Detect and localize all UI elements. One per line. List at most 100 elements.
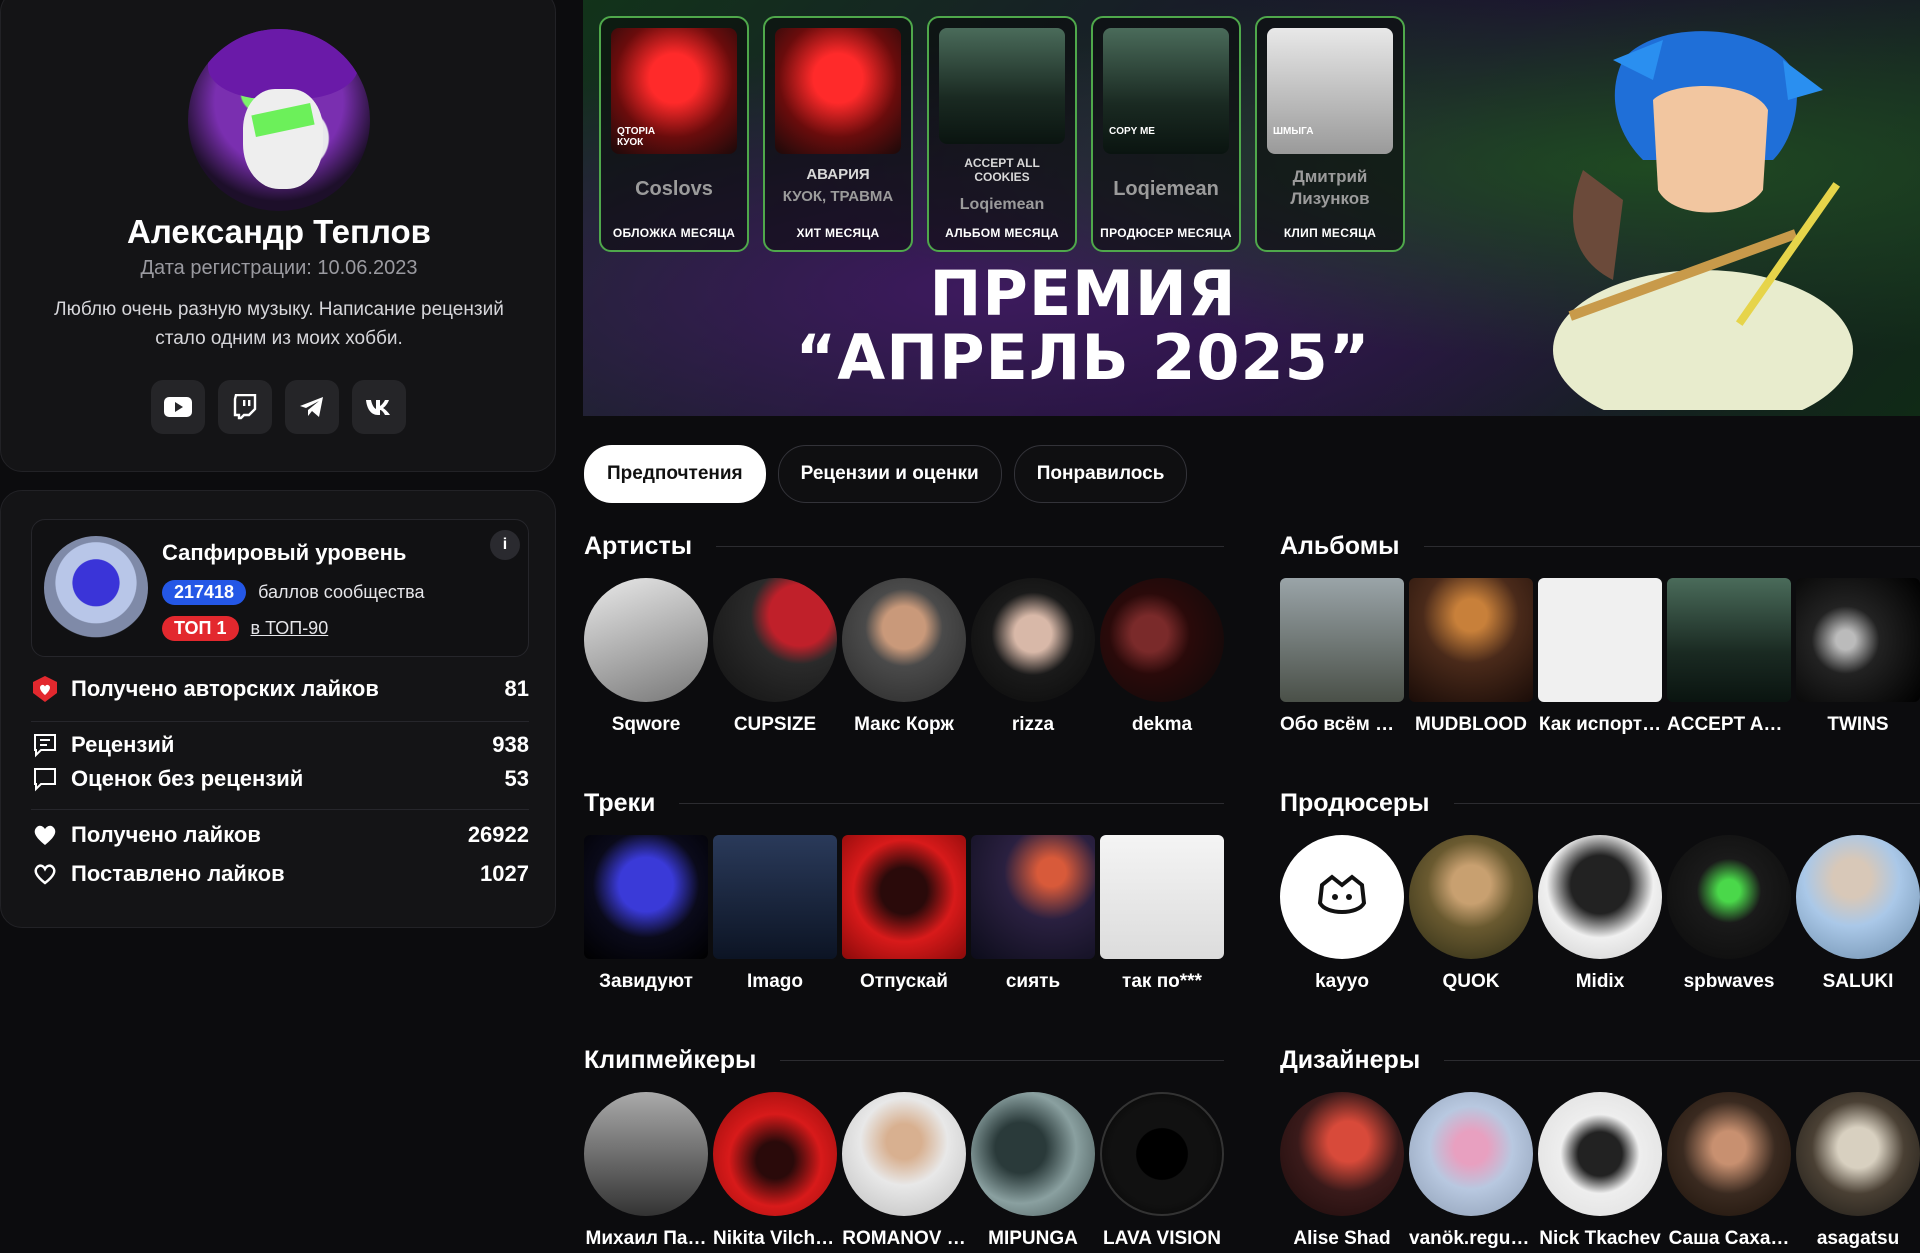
item-label: Саша Саха… bbox=[1668, 1228, 1790, 1249]
telegram-button[interactable] bbox=[285, 380, 339, 434]
award-card-producer[interactable]: Loqiemean ПРОДЮСЕР МЕСЯЦА COPY ME bbox=[1091, 16, 1241, 252]
telegram-icon bbox=[300, 397, 323, 417]
award-thumb-caption: QTOPIA КУОК bbox=[617, 126, 656, 148]
tab-liked[interactable]: Понравилось bbox=[1013, 445, 1188, 503]
album-item[interactable]: Обо всём и… bbox=[1280, 578, 1404, 736]
points-label: баллов сообщества bbox=[258, 582, 425, 602]
award-thumb-caption: ШМЫГА bbox=[1273, 126, 1314, 137]
item-label: Отпускай bbox=[860, 971, 948, 992]
artist-item[interactable]: Sqwore bbox=[584, 578, 708, 736]
likes-received-value: 26922 bbox=[467, 822, 529, 847]
banner-title-line2: “АПРЕЛЬ 2025” bbox=[795, 321, 1371, 394]
award-card-album[interactable]: ACCEPT ALL COOKIES Loqiemean АЛЬБОМ МЕСЯ… bbox=[927, 16, 1077, 252]
clipmaker-item[interactable]: LAVA VISION bbox=[1100, 1092, 1224, 1250]
item-label: TWINS bbox=[1827, 714, 1889, 735]
stats-card: Сапфировый уровень i 217418 баллов сообщ… bbox=[0, 490, 556, 928]
divider bbox=[31, 809, 529, 810]
album-item[interactable]: MUDBLOOD bbox=[1409, 578, 1533, 736]
banner-title-line1: ПРЕМИЯ bbox=[929, 257, 1237, 330]
award-card-hit[interactable]: АВАРИЯ КУОК, ТРАВМА ХИТ МЕСЯЦА bbox=[763, 16, 913, 252]
award-card-cover[interactable]: Coslovs ОБЛОЖКА МЕСЯЦА QTOPIA КУОК bbox=[599, 16, 749, 252]
award-cards: Coslovs ОБЛОЖКА МЕСЯЦА QTOPIA КУОК АВАРИ… bbox=[599, 16, 1405, 252]
info-button[interactable]: i bbox=[490, 530, 520, 560]
item-label: spbwaves bbox=[1683, 971, 1775, 992]
item-label: Макс Корж bbox=[854, 714, 954, 735]
producer-item[interactable]: SALUKI bbox=[1796, 835, 1920, 993]
item-label: Midix bbox=[1575, 971, 1625, 992]
item-label: SALUKI bbox=[1822, 971, 1894, 992]
artist-item[interactable]: Макс Корж bbox=[842, 578, 966, 736]
item-label: MUDBLOOD bbox=[1415, 714, 1527, 735]
banner-title: ПРЕМИЯ “АПРЕЛЬ 2025” bbox=[723, 262, 1443, 390]
clipmaker-item[interactable]: Михаил Па… bbox=[584, 1092, 708, 1250]
kayyo-logo-icon bbox=[1317, 874, 1367, 914]
producer-item[interactable]: Midix bbox=[1538, 835, 1662, 993]
vk-icon bbox=[366, 400, 390, 415]
album-item[interactable]: Как испорт… bbox=[1538, 578, 1662, 736]
vk-button[interactable] bbox=[352, 380, 406, 434]
artist-item[interactable]: CUPSIZE bbox=[713, 578, 837, 736]
tab-preferences[interactable]: Предпочтения bbox=[584, 445, 766, 503]
item-label: Imago bbox=[747, 971, 803, 992]
section-title: Продюсеры bbox=[1280, 789, 1430, 817]
item-label: QUOK bbox=[1442, 971, 1500, 992]
clipmaker-item[interactable]: Nikita Vilchi… bbox=[713, 1092, 837, 1250]
designer-item[interactable]: Alise Shad bbox=[1280, 1092, 1404, 1250]
item-label: Обо всём и… bbox=[1280, 714, 1404, 735]
album-item[interactable]: ACCEPT AL… bbox=[1667, 578, 1791, 736]
album-item[interactable]: TWINS bbox=[1796, 578, 1920, 736]
award-name: Loqiemean bbox=[1113, 178, 1219, 200]
top-rank-link[interactable]: в ТОП-90 bbox=[251, 618, 329, 639]
youtube-icon bbox=[164, 397, 192, 417]
item-label: Sqwore bbox=[611, 714, 681, 735]
award-thumb bbox=[939, 28, 1065, 144]
producer-item[interactable]: kayyo bbox=[1280, 835, 1404, 993]
clipmaker-item[interactable]: MIPUNGA bbox=[971, 1092, 1095, 1250]
youtube-button[interactable] bbox=[151, 380, 205, 434]
item-label: asagatsu bbox=[1816, 1228, 1900, 1249]
ratings-label: Оценок без рецензий bbox=[71, 766, 304, 791]
twitch-button[interactable] bbox=[218, 380, 272, 434]
item-label: Михаил Па… bbox=[585, 1228, 707, 1249]
item-label: kayyo bbox=[1315, 971, 1369, 992]
points-badge: 217418 bbox=[162, 580, 247, 605]
producer-item[interactable]: QUOK bbox=[1409, 835, 1533, 993]
likes-given-label: Поставлено лайков bbox=[71, 861, 285, 886]
award-card-clip[interactable]: Дмитрий Лизунков КЛИП МЕСЯЦА ШМЫГА bbox=[1255, 16, 1405, 252]
designer-item[interactable]: asagatsu bbox=[1796, 1092, 1920, 1250]
artist-item[interactable]: rizza bbox=[971, 578, 1095, 736]
profile-avatar[interactable] bbox=[188, 29, 370, 211]
track-item[interactable]: Отпускай bbox=[842, 835, 966, 993]
points-row: 217418 баллов сообщества bbox=[162, 580, 425, 605]
sapphire-badge-icon bbox=[44, 536, 148, 640]
user-name: Александр Теплов bbox=[127, 213, 431, 250]
clipmaker-item[interactable]: ROMANOV … bbox=[842, 1092, 966, 1250]
stat-author-likes: Получено авторских лайков 81 bbox=[31, 675, 529, 703]
artist-item[interactable]: dekma bbox=[1100, 578, 1224, 736]
award-name: Loqiemean bbox=[959, 196, 1045, 213]
track-item[interactable]: Завидуют bbox=[584, 835, 708, 993]
designer-item[interactable]: Саша Саха… bbox=[1667, 1092, 1791, 1250]
review-icon bbox=[31, 731, 59, 759]
top-row: ТОП 1 в ТОП-90 bbox=[162, 616, 328, 641]
track-item[interactable]: сиять bbox=[971, 835, 1095, 993]
designer-item[interactable]: vanök.regular bbox=[1409, 1092, 1533, 1250]
item-label: Alise Shad bbox=[1293, 1228, 1391, 1249]
tab-reviews[interactable]: Рецензии и оценки bbox=[777, 445, 1002, 503]
profile-card: Александр Теплов Дата регистрации: 10.06… bbox=[0, 0, 556, 472]
item-label: сиять bbox=[1005, 971, 1061, 992]
producer-item[interactable]: spbwaves bbox=[1667, 835, 1791, 993]
item-label: dekma bbox=[1131, 714, 1193, 735]
track-item[interactable]: Imago bbox=[713, 835, 837, 993]
item-label: CUPSIZE bbox=[733, 714, 817, 735]
track-item[interactable]: так по*** bbox=[1100, 835, 1224, 993]
author-likes-label: Получено авторских лайков bbox=[71, 676, 379, 701]
item-label: Как испорт… bbox=[1538, 714, 1662, 735]
award-banner[interactable]: Coslovs ОБЛОЖКА МЕСЯЦА QTOPIA КУОК АВАРИ… bbox=[583, 0, 1920, 416]
section-artists-header: Артисты bbox=[584, 532, 1224, 561]
section-producers-header: Продюсеры bbox=[1280, 789, 1920, 818]
section-title: Треки bbox=[584, 789, 656, 817]
section-albums-header: Альбомы bbox=[1280, 532, 1920, 561]
designer-item[interactable]: Nick Tkachev bbox=[1538, 1092, 1662, 1250]
section-designers-header: Дизайнеры bbox=[1280, 1046, 1920, 1075]
